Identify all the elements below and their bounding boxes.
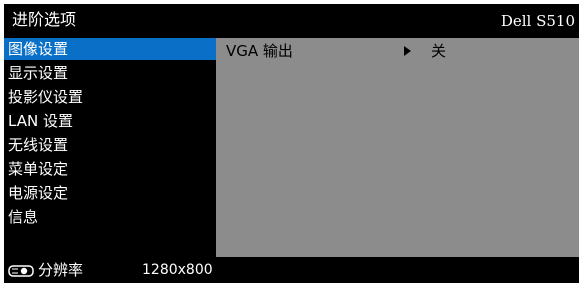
sidebar-item-information[interactable]: 信息 — [4, 206, 216, 228]
menu-title: 进阶选项 — [12, 10, 77, 29]
status-bar: 分辨率 1280x800 — [4, 257, 579, 283]
sidebar-item-projector-settings[interactable]: 投影仪设置 — [4, 86, 216, 108]
osd-menu: 进阶选项 Dell S510 图像设置 显示设置 投影仪设置 LAN 设置 无线… — [4, 4, 579, 283]
sidebar-item-wireless-settings[interactable]: 无线设置 — [4, 134, 216, 156]
model-name: Dell S510 — [500, 12, 575, 30]
resolution-value: 1280x800 — [142, 262, 213, 278]
sidebar-item-menu-settings[interactable]: 菜单设定 — [4, 158, 216, 180]
title-bar: 进阶选项 Dell S510 — [4, 4, 579, 38]
sidebar-item-power-settings[interactable]: 电源设定 — [4, 182, 216, 204]
sidebar-item-display-settings[interactable]: 显示设置 — [4, 62, 216, 84]
arrow-right-icon — [404, 46, 411, 56]
resolution-label: 分辨率 — [38, 261, 84, 279]
sidebar: 图像设置 显示设置 投影仪设置 LAN 设置 无线设置 菜单设定 电源设定 信息 — [4, 38, 216, 257]
content-panel: VGA 输出 关 — [216, 38, 579, 257]
sidebar-item-image-settings[interactable]: 图像设置 — [4, 38, 216, 60]
projector-icon — [8, 265, 34, 277]
vga-output-label: VGA 输出 — [226, 42, 293, 60]
sidebar-item-lan-settings[interactable]: LAN 设置 — [4, 110, 216, 132]
vga-output-value[interactable]: 关 — [431, 40, 446, 62]
